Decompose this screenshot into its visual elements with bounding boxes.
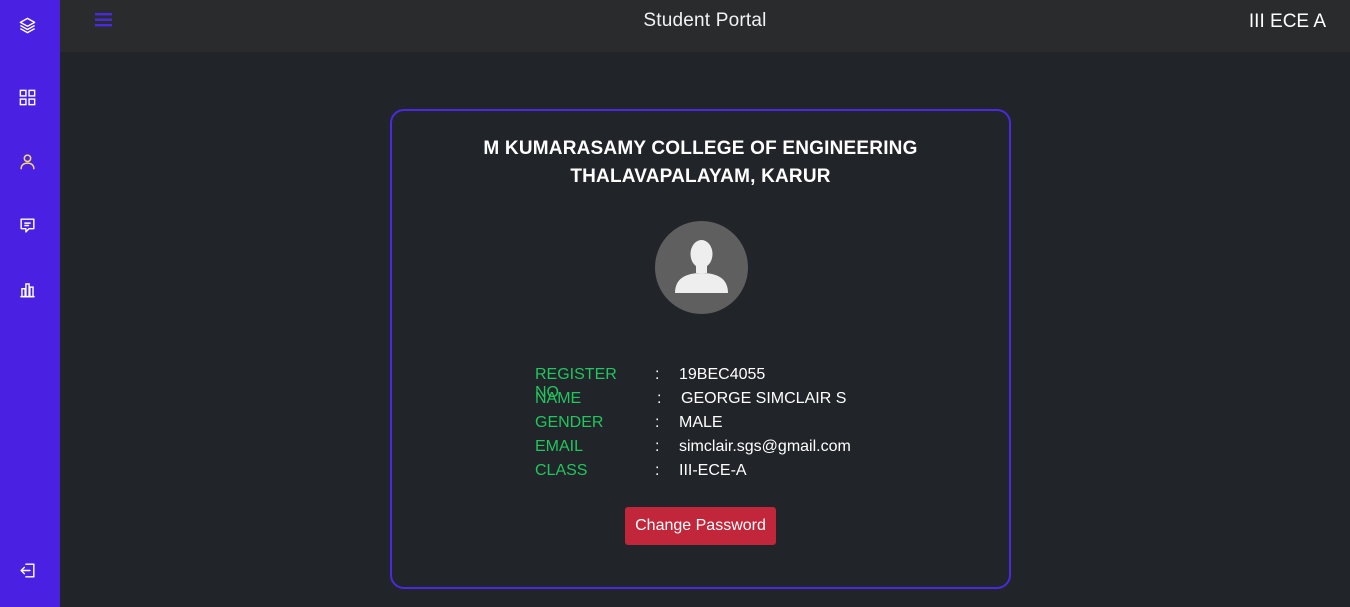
name-label: NAME [535, 390, 582, 407]
sidebar [0, 0, 60, 607]
separator: : [655, 414, 660, 431]
gender-value: MALE [679, 414, 723, 431]
layers-icon[interactable] [17, 15, 37, 35]
separator: : [657, 390, 662, 407]
email-value: simclair.sgs@gmail.com [679, 438, 851, 455]
name-value: GEORGE SIMCLAIR S [681, 390, 847, 407]
profile-card: M KUMARASAMY COLLEGE OF ENGINEERING THAL… [390, 109, 1011, 589]
separator: : [655, 366, 660, 383]
class-label: III ECE A [1248, 11, 1326, 32]
user-silhouette-icon [675, 240, 728, 293]
dashboard-grid-icon[interactable] [17, 87, 37, 107]
email-label: EMAIL [535, 438, 584, 455]
change-password-button[interactable]: Change Password [625, 507, 776, 545]
class-field-label: CLASS [535, 462, 588, 479]
top-bar: Student Portal III ECE A [60, 0, 1350, 52]
college-name: M KUMARASAMY COLLEGE OF ENGINEERING [483, 138, 918, 159]
logout-icon[interactable] [17, 560, 37, 580]
separator: : [655, 462, 660, 479]
college-heading: M KUMARASAMY COLLEGE OF ENGINEERING THAL… [392, 135, 1009, 191]
separator: : [655, 438, 660, 455]
bar-chart-icon[interactable] [17, 279, 37, 299]
user-icon[interactable] [17, 151, 37, 171]
page-title: Student Portal [643, 10, 767, 31]
register-no-value: 19BEC4055 [679, 366, 766, 383]
gender-label: GENDER [535, 414, 604, 431]
message-icon[interactable] [17, 215, 37, 235]
avatar [655, 221, 748, 314]
class-field-value: III-ECE-A [679, 462, 747, 479]
college-location: THALAVAPALAYAM, KARUR [570, 166, 831, 187]
